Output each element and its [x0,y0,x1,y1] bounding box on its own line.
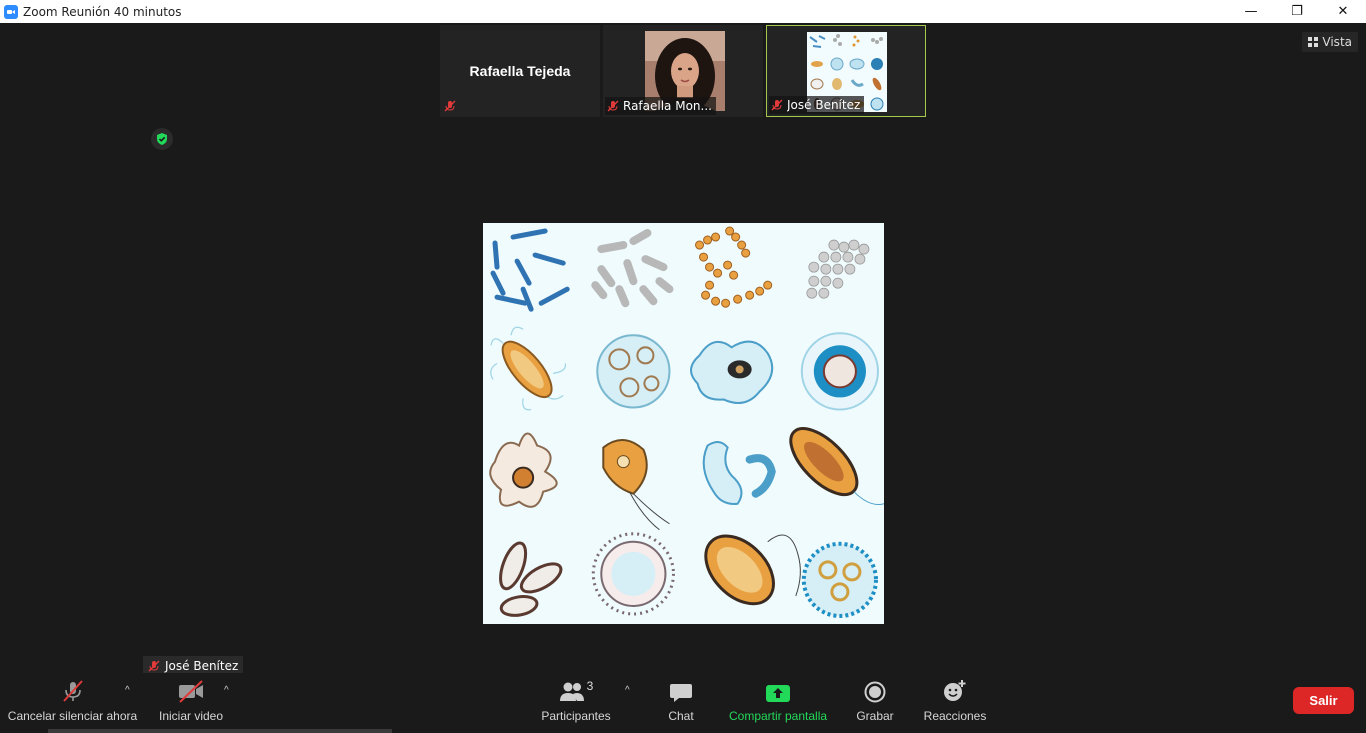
close-button[interactable]: ✕ [1320,0,1366,23]
self-view-strip [48,729,392,733]
mic-muted-icon [607,100,619,112]
participants-label: Participantes [541,709,611,723]
participant-tile[interactable]: Rafaella Tejeda [440,25,600,117]
window-controls: — ❐ ✕ [1228,0,1366,23]
meeting-stage: Rafaella Tejeda Rafaella Mon... José Ben… [0,23,1366,733]
participant-name: José Benítez [787,98,861,112]
video-options-caret[interactable]: ^ [224,685,229,696]
unmute-label: Cancelar silenciar ahora [7,709,138,723]
chat-label: Chat [668,709,694,723]
add-reaction-icon [944,680,966,701]
unmute-button[interactable]: Cancelar silenciar ahora [7,679,138,725]
participants-count: 3 [586,679,594,693]
participant-label [442,97,460,115]
participant-label: José Benítez [769,96,865,114]
start-video-button[interactable]: Iniciar video [158,679,224,725]
encryption-indicator[interactable] [151,128,173,150]
self-view-name: José Benítez [165,658,239,673]
participants-button[interactable]: 3 Participantes [541,679,611,725]
zoom-app-icon [4,4,18,19]
chat-icon [670,684,692,702]
participant-name: Rafaella Tejeda [469,63,571,79]
record-label: Grabar [856,709,894,723]
window-title: Zoom Reunión 40 minutos [23,4,182,19]
participant-tile-active-speaker[interactable]: José Benítez [766,25,926,117]
minimize-button[interactable]: — [1228,0,1274,23]
chat-button[interactable]: Chat [662,679,700,725]
meeting-toolbar: Cancelar silenciar ahora ^ Iniciar video… [0,673,1366,733]
reactions-label: Reacciones [923,709,987,723]
view-button-label: Vista [1322,35,1352,49]
participant-strip: Rafaella Tejeda Rafaella Mon... José Ben… [440,25,926,117]
share-screen-icon [766,685,790,702]
leave-meeting-button[interactable]: Salir [1293,687,1354,714]
start-video-label: Iniciar video [158,709,224,723]
record-button[interactable]: Grabar [856,679,894,725]
participant-label: Rafaella Mon... [605,97,716,115]
view-button[interactable]: Vista [1302,32,1358,52]
participants-options-caret[interactable]: ^ [625,685,630,696]
video-off-icon [179,680,203,703]
participant-name: Rafaella Mon... [623,99,712,113]
title-bar: Zoom Reunión 40 minutos — ❐ ✕ [0,0,1366,23]
share-screen-label: Compartir pantalla [728,709,828,723]
audio-options-caret[interactable]: ^ [125,685,130,696]
reactions-button[interactable]: Reacciones [924,679,986,725]
mic-muted-icon [771,99,783,111]
mic-muted-icon [62,680,83,702]
participant-tile[interactable]: Rafaella Mon... [603,25,763,117]
mic-muted-icon [444,100,456,112]
grid-icon [1308,37,1319,47]
mic-muted-icon [148,660,160,671]
shield-check-icon [157,133,167,145]
microorganisms-illustration [483,223,884,624]
restore-button[interactable]: ❐ [1274,0,1320,23]
participants-icon [559,682,584,701]
record-icon [864,681,886,703]
shared-screen-content [483,223,884,624]
share-screen-button[interactable]: Compartir pantalla [729,679,827,725]
